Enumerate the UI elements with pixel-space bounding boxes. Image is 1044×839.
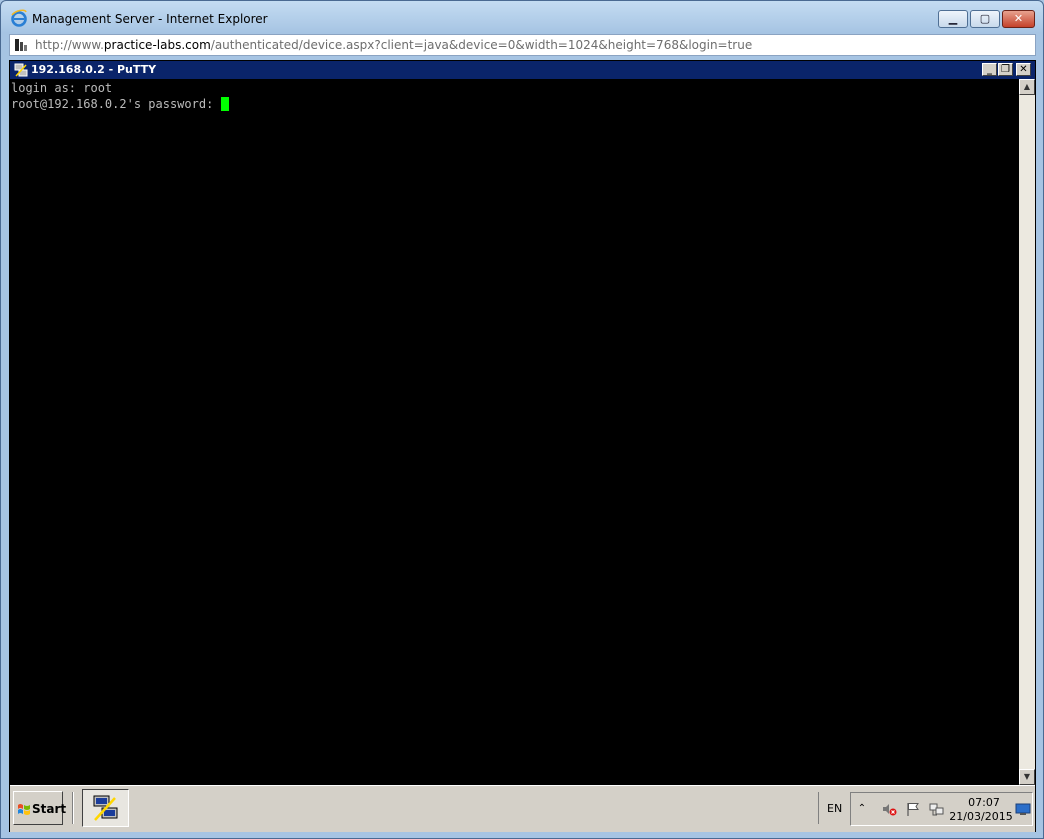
putty-close-button[interactable]: ✕ <box>1016 63 1031 76</box>
address-bar[interactable]: http://www.practice-labs.com/authenticat… <box>9 34 1036 56</box>
taskbar-separator <box>72 792 74 824</box>
putty-titlebar[interactable]: 192.168.0.2 - PuTTY _ ❐ ✕ <box>10 61 1035 79</box>
system-tray: ⌃ 07:07 21/03/2015 <box>850 792 1033 826</box>
scroll-up-icon: ▲ <box>1023 82 1031 91</box>
putty-minimize-button[interactable]: _ <box>982 63 997 76</box>
clock-time[interactable]: 07:07 <box>964 796 1004 809</box>
putty-icon <box>14 63 28 77</box>
window-title: Management Server - Internet Explorer <box>32 12 268 26</box>
start-button[interactable]: Start <box>13 791 67 825</box>
windows-flag-icon <box>18 804 30 815</box>
network-icon[interactable] <box>929 801 945 817</box>
maximize-button[interactable]: ▢ <box>970 10 1000 28</box>
terminal[interactable]: login as: root root@192.168.0.2's passwo… <box>10 79 1018 785</box>
minimize-icon: _ <box>987 64 992 75</box>
ie-logo-icon <box>11 9 27 27</box>
terminal-line: root@192.168.0.2's password: <box>11 97 229 111</box>
close-icon: ✕ <box>1019 64 1028 75</box>
language-indicator[interactable]: EN <box>818 792 849 824</box>
url-domain: practice-labs.com <box>103 38 211 52</box>
putty-title: 192.168.0.2 - PuTTY <box>31 63 157 76</box>
scroll-up-button[interactable]: ▲ <box>1019 79 1035 95</box>
site-icon <box>15 39 27 51</box>
language-label: EN <box>827 802 843 815</box>
terminal-cursor <box>220 97 229 111</box>
taskbar-putty-button[interactable] <box>82 789 129 827</box>
flag-icon[interactable] <box>905 801 921 817</box>
url-prefix: http://www. <box>35 38 104 52</box>
clock-date[interactable]: 21/03/2015 <box>948 810 1014 823</box>
start-label: Start <box>32 802 67 816</box>
taskbar: Start EN ⌃ 07:07 21/03/2015 <box>10 785 1035 832</box>
putty-restore-button[interactable]: ❐ <box>998 63 1013 76</box>
close-icon: ✕ <box>1013 12 1024 25</box>
restore-icon: ❐ <box>1001 64 1010 75</box>
speaker-muted-icon[interactable] <box>881 801 897 817</box>
show-desktop-icon[interactable] <box>1015 801 1031 817</box>
url-path: /authenticated/device.aspx?client=java&d… <box>210 38 753 52</box>
scroll-down-icon: ▼ <box>1023 772 1031 781</box>
maximize-icon: ▢ <box>979 12 991 25</box>
ie-titlebar[interactable]: Management Server - Internet Explorer ▁ … <box>1 1 1043 33</box>
close-button[interactable]: ✕ <box>1002 10 1035 28</box>
terminal-scrollbar[interactable]: ▲ ▼ <box>1019 79 1035 785</box>
putty-icon <box>93 795 118 821</box>
putty-window: 192.168.0.2 - PuTTY _ ❐ ✕ login as: root… <box>9 60 1036 832</box>
scroll-down-button[interactable]: ▼ <box>1019 769 1035 785</box>
terminal-line: login as: root <box>11 81 113 95</box>
url-text[interactable]: http://www.practice-labs.com/authenticat… <box>35 38 752 52</box>
minimize-button[interactable]: ▁ <box>938 10 968 28</box>
ie-window: Management Server - Internet Explorer ▁ … <box>0 0 1044 839</box>
minimize-icon: ▁ <box>948 12 958 25</box>
chevron-up-icon[interactable]: ⌃ <box>854 801 870 817</box>
